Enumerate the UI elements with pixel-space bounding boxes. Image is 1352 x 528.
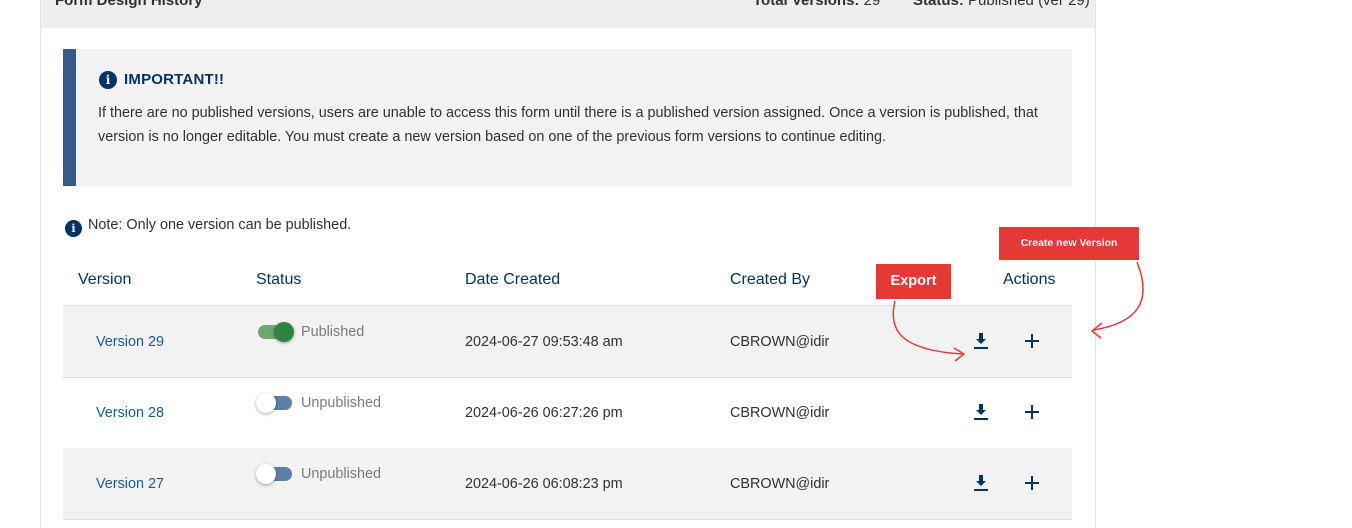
plus-icon[interactable]	[1023, 474, 1041, 492]
version-link[interactable]: Version 28	[96, 405, 164, 421]
note-text: Note: Only one version can be published.	[88, 217, 352, 233]
date-created: 2024-06-26 06:08:23 pm	[465, 476, 623, 492]
info-icon: i	[99, 71, 117, 89]
create-new-arrow	[1093, 261, 1144, 331]
toggle-knob	[256, 464, 276, 484]
info-icon: i	[65, 220, 82, 237]
publish-toggle[interactable]	[258, 322, 294, 342]
alert-body: If there are no published versions, user…	[98, 105, 1038, 145]
status-label: Published	[301, 324, 365, 340]
created-by: CBROWN@idir	[730, 334, 830, 350]
column-header-date: Date Created	[465, 271, 561, 288]
panel-header[interactable]: Form Design History Total Versions: 29 S…	[41, 0, 1095, 28]
create-new-version-callout: Create new Version	[999, 227, 1139, 260]
plus-icon[interactable]	[1023, 403, 1041, 421]
download-icon[interactable]	[973, 403, 989, 421]
created-by: CBROWN@idir	[730, 405, 830, 421]
publish-note: i Note: Only one version can be published…	[65, 217, 351, 237]
version-link[interactable]: Version 27	[96, 476, 164, 492]
table-row: Version 28 Unpublished 2024-06-26 06:27:…	[63, 377, 1072, 449]
total-versions: Total Versions: 29	[753, 0, 880, 9]
date-created: 2024-06-26 06:27:26 pm	[465, 405, 623, 421]
date-created: 2024-06-27 09:53:48 am	[465, 334, 623, 350]
table-row: Version 27 Unpublished 2024-06-26 06:08:…	[63, 448, 1072, 520]
total-versions-label: Total Versions:	[753, 0, 860, 9]
plus-icon[interactable]	[1023, 332, 1041, 350]
download-icon[interactable]	[973, 474, 989, 492]
status-label: Unpublished	[301, 466, 382, 482]
publish-status: Status: Published (ver 29)	[913, 0, 1090, 9]
export-callout: Export	[876, 264, 951, 299]
status-label: Unpublished	[301, 395, 382, 411]
column-header-version: Version	[78, 271, 132, 288]
version-link[interactable]: Version 29	[96, 334, 164, 350]
download-icon[interactable]	[973, 332, 989, 350]
alert-title: IMPORTANT!!	[124, 71, 225, 88]
column-header-status: Status	[256, 271, 302, 288]
toggle-knob	[256, 393, 276, 413]
publish-status-value: Published (ver 29)	[968, 0, 1090, 9]
column-header-created-by: Created By	[730, 271, 811, 288]
table-row: Version 29 Published 2024-06-27 09:53:48…	[63, 306, 1072, 378]
created-by: CBROWN@idir	[730, 476, 830, 492]
publish-toggle[interactable]	[256, 393, 292, 413]
total-versions-value: 29	[863, 0, 881, 9]
publish-status-label: Status:	[913, 0, 964, 9]
important-alert: i IMPORTANT!! If there are no published …	[63, 49, 1072, 186]
column-header-actions: Actions	[1003, 271, 1056, 288]
panel-title: Form Design History	[55, 0, 203, 9]
toggle-knob	[274, 322, 294, 342]
publish-toggle[interactable]	[256, 464, 292, 484]
